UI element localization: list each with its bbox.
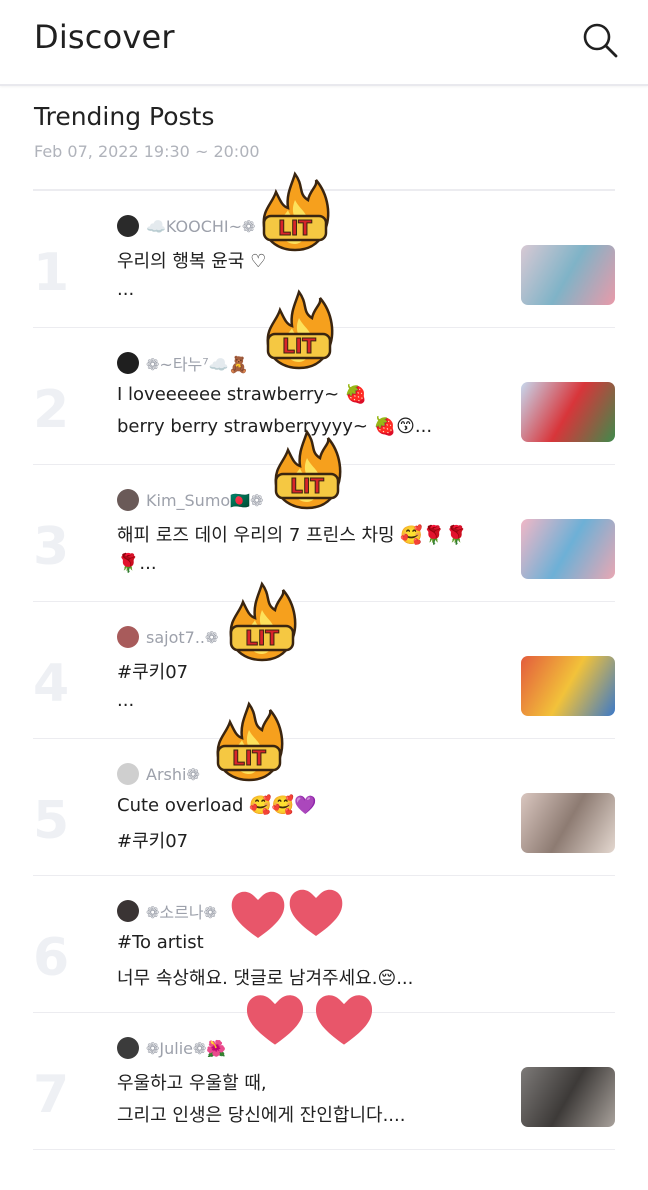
section-date: Feb 07, 2022 19:30 ~ 20:00 — [34, 142, 260, 161]
heart-sticker — [246, 995, 304, 1045]
heart-sticker — [231, 891, 285, 938]
username[interactable]: Arshi❁ — [146, 765, 200, 784]
post-text-line2: 그리고 인생은 당신에게 잔인합니다.... — [117, 1105, 406, 1126]
post-thumbnail[interactable] — [521, 519, 615, 579]
avatar[interactable] — [117, 900, 139, 922]
post-author[interactable]: ☁️KOOCHI~❁ — [117, 213, 255, 239]
post-author[interactable]: Arshi❁ — [117, 761, 200, 787]
post-thumbnail[interactable] — [521, 793, 615, 853]
post-row[interactable]: 4 sajot7..❁ #쿠키07 ... — [33, 602, 615, 739]
post-author[interactable]: ❁소르나❁ — [117, 898, 217, 924]
post-thumbnail[interactable] — [521, 382, 615, 442]
username[interactable]: ❁Julie❁🌺 — [146, 1039, 226, 1058]
heart-sticker — [289, 889, 343, 936]
lit-label: LIT — [245, 626, 279, 650]
avatar[interactable] — [117, 1037, 139, 1059]
username[interactable]: ☁️KOOCHI~❁ — [146, 217, 255, 236]
heart-sticker — [315, 995, 373, 1045]
search-icon[interactable] — [580, 20, 620, 60]
rank-number: 6 — [33, 928, 70, 988]
section-title: Trending Posts — [34, 102, 215, 131]
post-text-line1: Cute overload 🥰🥰💜 — [117, 795, 317, 816]
post-text-line1: I loveeeeee strawberry~ 🍓 — [117, 384, 368, 405]
avatar[interactable] — [117, 489, 139, 511]
username[interactable]: ❁~타누⁷☁️🧸 — [146, 351, 249, 375]
post-text-line1: 우울하고 우울할 때, — [117, 1073, 267, 1094]
rank-number: 3 — [33, 517, 70, 577]
post-author[interactable]: ❁Julie❁🌺 — [117, 1035, 226, 1061]
username[interactable]: Kim_Sumo🇧🇩❁ — [146, 491, 264, 510]
post-text-line2: 🌹... — [117, 553, 157, 574]
avatar[interactable] — [117, 352, 139, 374]
post-text-line1: #쿠키07 — [117, 662, 189, 683]
post-thumbnail[interactable] — [521, 1067, 615, 1127]
post-text-line2: ... — [117, 690, 135, 711]
post-text-line2: ... — [117, 279, 135, 300]
avatar[interactable] — [117, 763, 139, 785]
lit-fire-sticker: LIT — [266, 289, 334, 370]
post-row-partial[interactable] — [33, 1150, 615, 1190]
post-thumbnail[interactable] — [521, 245, 615, 305]
post-thumbnail[interactable] — [521, 656, 615, 716]
lit-fire-sticker: LIT — [229, 581, 297, 662]
rank-number: 1 — [33, 243, 70, 303]
post-text-line2: #쿠키07 — [117, 831, 189, 852]
post-text-line1: 해피 로즈 데이 우리의 7 프린스 차밍 🥰🌹🌹 — [117, 525, 468, 546]
lit-label: LIT — [232, 746, 266, 770]
rank-number: 7 — [33, 1065, 70, 1125]
lit-label: LIT — [290, 474, 324, 498]
post-text-line2: 너무 속상해요. 댓글로 남겨주세요.😔... — [117, 968, 414, 989]
post-author[interactable]: ❁~타누⁷☁️🧸 — [117, 350, 249, 376]
lit-label: LIT — [282, 334, 316, 358]
avatar[interactable] — [117, 626, 139, 648]
avatar[interactable] — [117, 215, 139, 237]
post-text-line1: 우리의 행복 윤국 ♡ — [117, 251, 267, 272]
lit-label: LIT — [278, 216, 312, 240]
rank-number: 5 — [33, 791, 70, 851]
post-author[interactable]: sajot7..❁ — [117, 624, 218, 650]
app-header: Discover — [0, 0, 648, 86]
username[interactable]: sajot7..❁ — [146, 628, 218, 647]
lit-fire-sticker: LIT — [262, 171, 330, 252]
rank-number: 2 — [33, 380, 70, 440]
post-text-line1: #To artist — [117, 932, 204, 953]
username[interactable]: ❁소르나❁ — [146, 899, 217, 923]
lit-fire-sticker: LIT — [216, 701, 284, 782]
rank-number: 4 — [33, 654, 70, 714]
post-author[interactable]: Kim_Sumo🇧🇩❁ — [117, 487, 264, 513]
lit-fire-sticker: LIT — [274, 429, 342, 510]
page-title: Discover — [34, 18, 175, 56]
post-row[interactable]: 5 Arshi❁ Cute overload 🥰🥰💜 #쿠키07 — [33, 739, 615, 876]
